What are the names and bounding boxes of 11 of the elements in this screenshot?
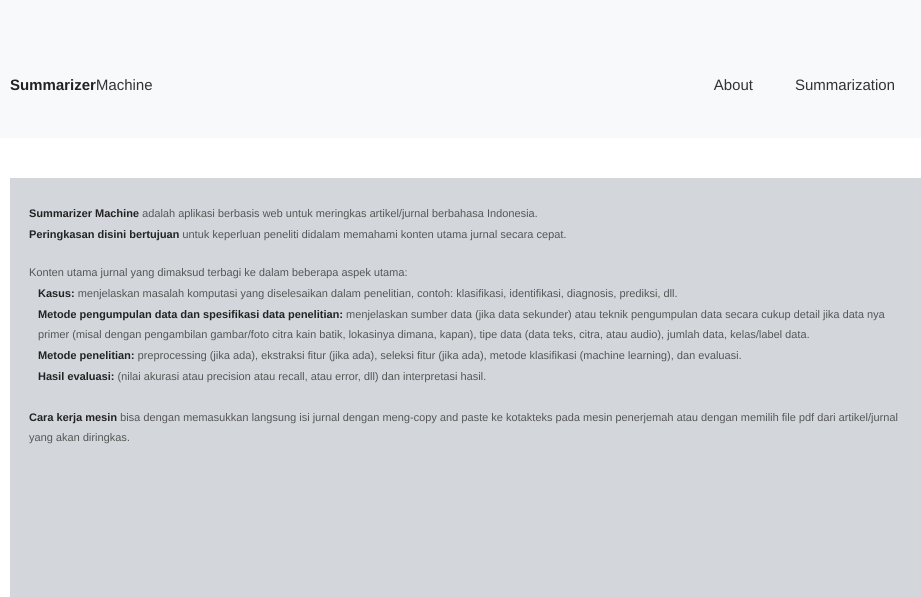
closing-paragraph: Cara kerja mesin bisa dengan memasukkan langsung isi jurnal dengan meng-copy and paste ke kotakteks pada mesin penerjemah atau dengan memilih file pdf dari artikel/jurnal yang akan diringkas. [29, 411, 899, 446]
aspect-item: Hasil evaluasi: (nilai akurasi atau precision atau recall, atau error, dll) dan interpretasi hasil. [38, 370, 488, 385]
intro-paragraph: Summarizer Machine adalah aplikasi berbasis web untuk meringkas artikel/jurnal berbahasa Indonesia. [29, 207, 539, 222]
aspects-heading: Konten utama jurnal yang dimaksud terbagi ke dalam beberapa aspek utama: [29, 266, 409, 281]
nav-link[interactable]: About [714, 74, 753, 98]
brand-link[interactable]: SummarizerMachine [10, 74, 153, 98]
aspect-item: Metode penelitian: preprocessing (jika ada), ekstraksi fitur (jika ada), seleksi fitur (jika ada), metode klasifikasi (machine learning), dan evaluasi. [38, 349, 743, 364]
aspect-item: Metode pengumpulan data dan spesifikasi data penelitian: menjelaskan sumber data (jika data sekunder) atau teknik pengumpulan data secara cukup detail jika data nya primer (misal dengan pengambilan gambar/foto citra kain batik, lokasinya dimana, kapan), tipe data (data teks, citra, atau audio), jumlah data, kelas/label data. [38, 308, 886, 343]
nav-link[interactable]: Summarization [794, 74, 895, 98]
intro-paragraph: Peringkasan disini bertujuan untuk keperluan peneliti didalam memahami konten utama jurnal secara cepat. [29, 228, 568, 243]
aspect-item: Kasus: menjelaskan masalah komputasi yang diselesaikan dalam penelitian, contoh: klasifikasi, identifikasi, diagnosis, prediksi, dll. [38, 287, 679, 302]
